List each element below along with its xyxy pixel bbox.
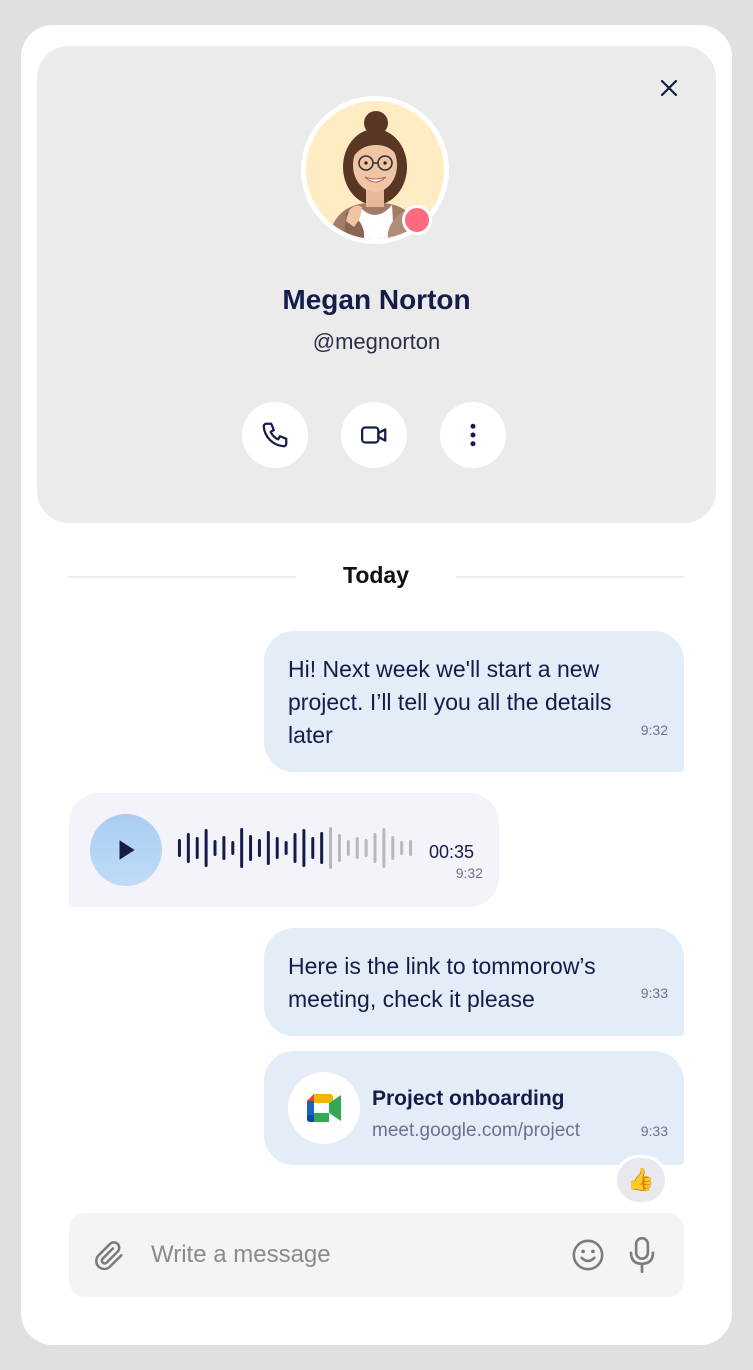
date-label: Today — [342, 562, 410, 588]
link-title: Project onboarding — [372, 1087, 565, 1110]
message-input[interactable] — [151, 1233, 551, 1277]
waveform-bar — [364, 839, 368, 857]
message-composer — [69, 1213, 684, 1297]
voice-message: 00:35 9:32 — [69, 793, 499, 907]
google-meet-icon — [288, 1072, 360, 1144]
waveform-bar — [213, 840, 217, 856]
waveform-bar — [257, 839, 261, 857]
waveform-bar — [249, 835, 253, 861]
contact-header: Megan Norton @megnorton — [37, 46, 716, 523]
waveform-bar — [293, 833, 297, 863]
waveform-bar — [320, 832, 324, 864]
waveform-bar — [195, 837, 199, 859]
waveform-bar — [204, 829, 208, 867]
waveform-bar — [222, 836, 226, 860]
close-icon — [660, 79, 678, 97]
emoji-icon[interactable] — [571, 1238, 605, 1272]
message-time: 9:32 — [640, 722, 668, 738]
waveform-bar — [302, 829, 306, 867]
chat-panel: Megan Norton @megnorton Today Hi! Next w… — [21, 25, 732, 1345]
waveform-bar — [311, 837, 315, 859]
waveform-bar — [373, 833, 377, 863]
waveform-bar — [400, 841, 404, 855]
link-preview-message[interactable]: Project onboarding meet.google.com/proje… — [264, 1051, 684, 1165]
thumbs-up-reaction[interactable]: 👍 — [614, 1155, 668, 1205]
waveform-bar — [337, 834, 341, 862]
message-time: 9:33 — [640, 985, 668, 1001]
more-options-button[interactable] — [440, 402, 506, 468]
waveform-bar — [391, 836, 395, 860]
waveform-bar — [284, 841, 288, 855]
message-time: 9:33 — [640, 1123, 668, 1139]
message-time: 9:32 — [455, 865, 483, 881]
contact-handle: @megnorton — [312, 329, 441, 354]
message-text: Here is the link to tommorow’s meeting, … — [288, 953, 596, 1012]
video-call-button[interactable] — [341, 402, 407, 468]
play-icon — [119, 840, 135, 860]
waveform-bar — [275, 837, 279, 859]
waveform-bar — [355, 837, 359, 859]
waveform-bar — [329, 827, 333, 869]
contact-actions — [242, 402, 508, 468]
contact-name: Megan Norton — [282, 284, 471, 315]
date-divider: Today — [68, 560, 684, 600]
status-indicator — [402, 205, 432, 235]
waveform-bar — [266, 831, 270, 865]
waveform-bar — [231, 841, 235, 855]
more-vertical-icon — [470, 423, 476, 447]
phone-icon — [262, 422, 288, 448]
waveform-bar — [240, 828, 244, 868]
divider-line — [456, 576, 684, 578]
message-text: Hi! Next week we'll start a new project.… — [288, 656, 612, 748]
video-camera-icon — [361, 426, 387, 444]
call-button[interactable] — [242, 402, 308, 468]
link-url[interactable]: meet.google.com/project — [372, 1114, 580, 1147]
waveform-bar — [346, 840, 350, 856]
waveform-bar — [409, 840, 413, 856]
outgoing-message[interactable]: Here is the link to tommorow’s meeting, … — [264, 928, 684, 1036]
avatar[interactable] — [301, 96, 449, 244]
waveform-bar — [177, 839, 181, 857]
microphone-icon[interactable] — [627, 1236, 657, 1274]
close-button[interactable] — [657, 76, 681, 100]
waveform-bar — [186, 833, 190, 863]
outgoing-message[interactable]: Hi! Next week we'll start a new project.… — [264, 631, 684, 772]
play-button[interactable] — [90, 814, 162, 886]
audio-waveform[interactable] — [175, 823, 415, 873]
divider-line — [68, 576, 296, 578]
waveform-bar — [382, 828, 386, 868]
paperclip-icon[interactable] — [93, 1239, 127, 1273]
